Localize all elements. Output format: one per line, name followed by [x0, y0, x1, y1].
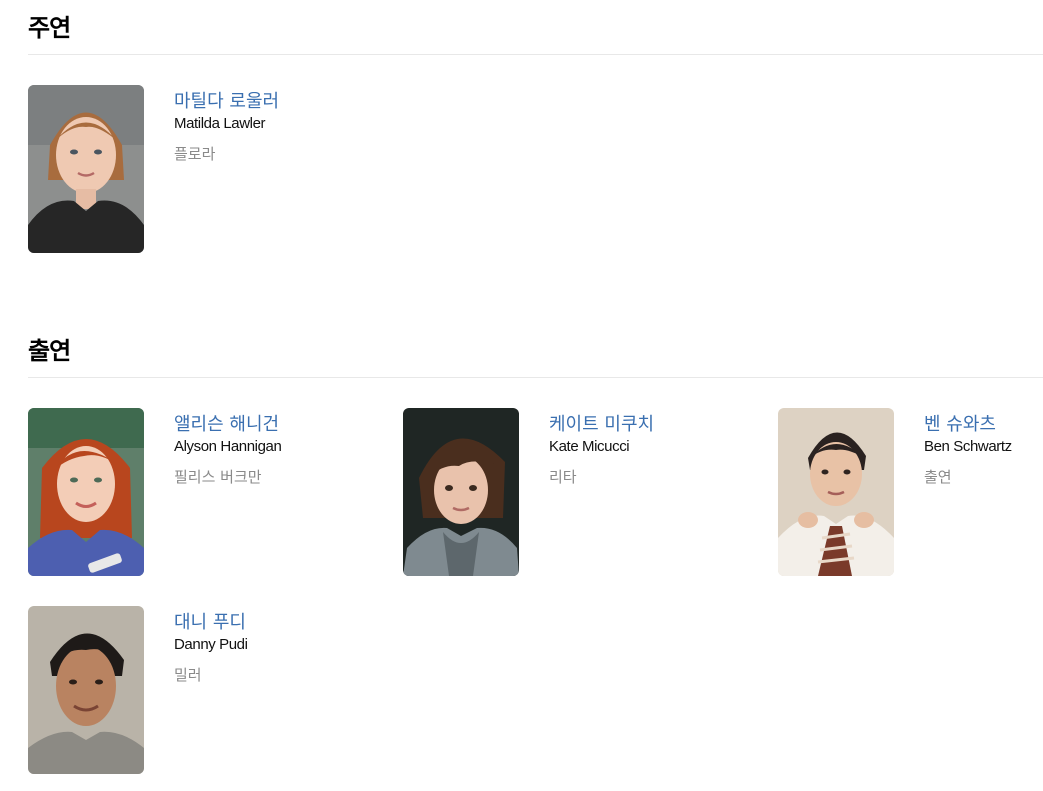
cast-name-ko[interactable]: 앨리슨 해니건: [174, 410, 279, 436]
cast-name-ko[interactable]: 케이트 미쿠치: [549, 410, 654, 436]
cast-name-en: Ben Schwartz: [924, 438, 1012, 455]
cast-role: 플로라: [174, 145, 216, 163]
cast-card-danny-pudi: 대니 푸디 Danny Pudi 밀러: [28, 606, 388, 776]
main-cast-heading: 주연: [28, 14, 71, 42]
cast-card-matilda-lawler: 마틸다 로울러 Matilda Lawler 플로라: [28, 85, 388, 255]
cast-role: 리타: [549, 468, 577, 486]
cast-photo[interactable]: [28, 85, 144, 253]
portrait-photo-icon: [28, 606, 144, 774]
portrait-photo-icon: [28, 408, 144, 576]
cast-card-alyson-hannigan: 앨리슨 해니건 Alyson Hannigan 필리스 버크만: [28, 408, 388, 578]
cast-card-ben-schwartz: 벤 슈와츠 Ben Schwartz 출연: [778, 408, 1043, 578]
cast-name-ko[interactable]: 벤 슈와츠: [924, 410, 996, 436]
cast-name-ko[interactable]: 마틸다 로울러: [174, 87, 279, 113]
cast-name-en: Alyson Hannigan: [174, 438, 282, 455]
cast-name-en: Danny Pudi: [174, 636, 248, 653]
cast-photo[interactable]: [778, 408, 894, 576]
cast-photo[interactable]: [403, 408, 519, 576]
cast-role: 밀러: [174, 666, 202, 684]
cast-role: 필리스 버크만: [174, 468, 262, 486]
portrait-photo-icon: [778, 408, 894, 576]
supporting-cast-heading: 출연: [28, 337, 71, 365]
supporting-cast-divider: [28, 377, 1043, 378]
portrait-photo-icon: [403, 408, 519, 576]
main-cast-divider: [28, 54, 1043, 55]
cast-name-en: Kate Micucci: [549, 438, 630, 455]
cast-role: 출연: [924, 468, 952, 486]
cast-photo[interactable]: [28, 408, 144, 576]
portrait-photo-icon: [28, 85, 144, 253]
cast-name-en: Matilda Lawler: [174, 115, 266, 132]
cast-name-ko[interactable]: 대니 푸디: [174, 608, 246, 634]
cast-photo[interactable]: [28, 606, 144, 774]
cast-card-kate-micucci: 케이트 미쿠치 Kate Micucci 리타: [403, 408, 763, 578]
